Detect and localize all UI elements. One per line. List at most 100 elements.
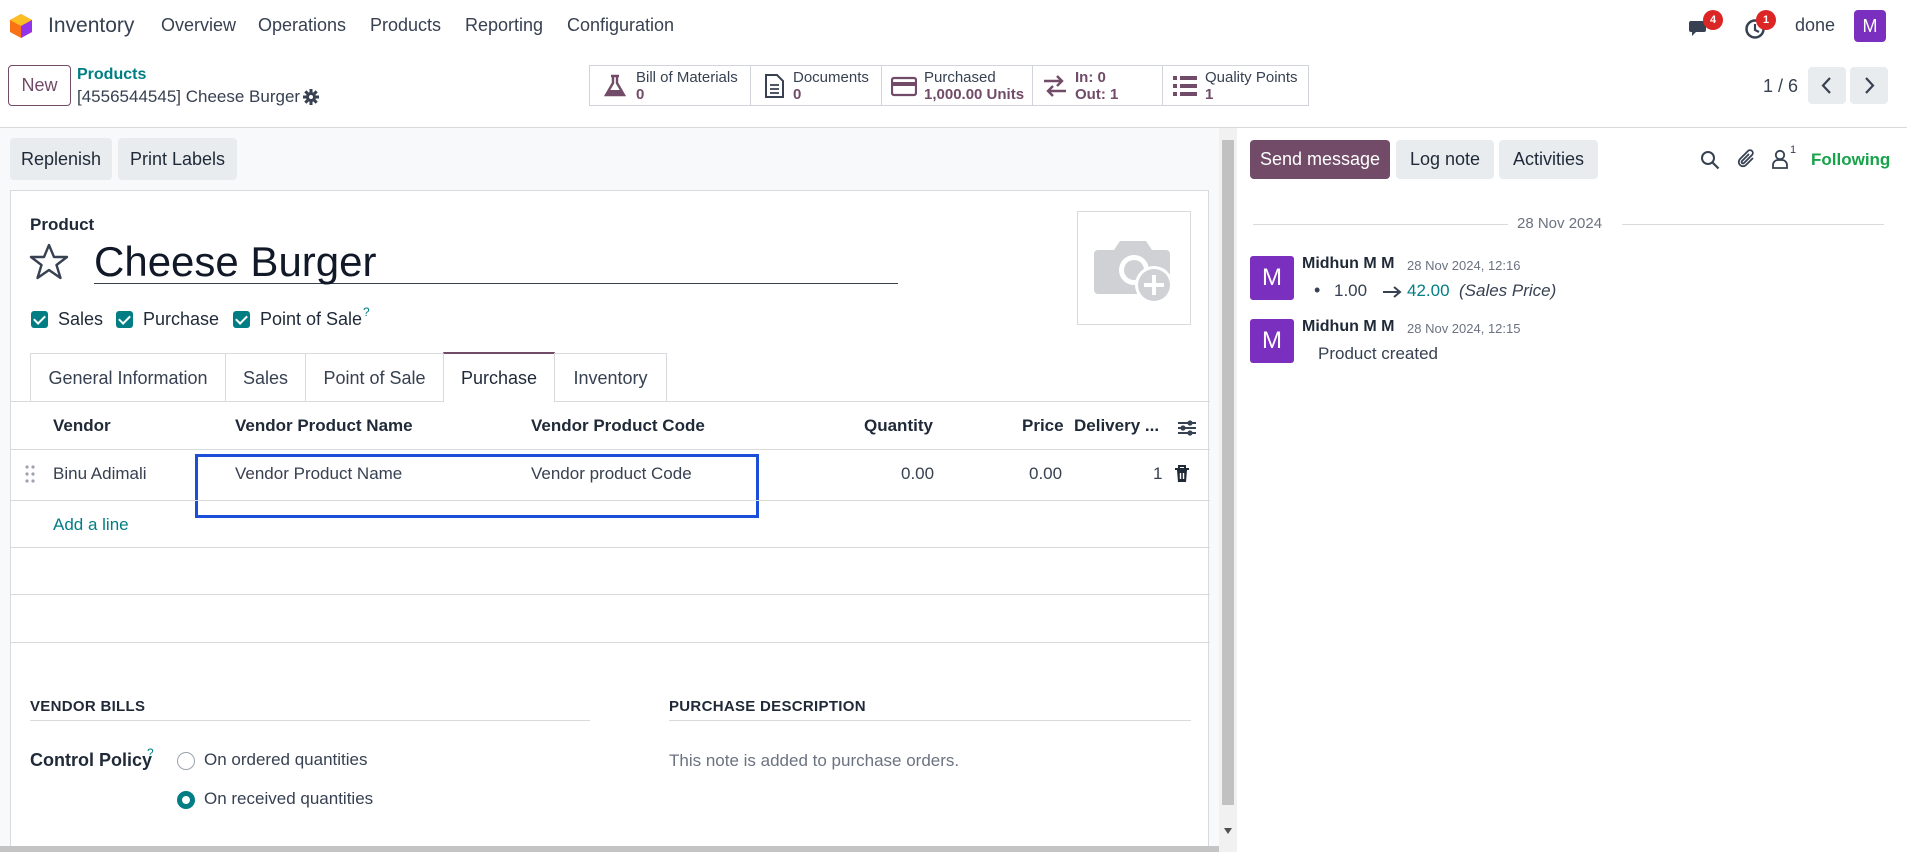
cell-delivery[interactable]: 1 [1153,464,1162,484]
activities-badge: 1 [1756,10,1776,30]
menu-operations[interactable]: Operations [258,15,346,36]
form-sheet: Product Cheese Burger Sales Purchase Poi… [10,190,1210,852]
search-icon[interactable] [1700,150,1720,170]
print-labels-button[interactable]: Print Labels [118,138,237,180]
replenish-button[interactable]: Replenish [10,138,112,180]
tab-general-information[interactable]: General Information [30,353,226,401]
menu-configuration[interactable]: Configuration [567,15,674,36]
radio-received-quantities-label[interactable]: On received quantities [204,789,373,809]
cell-quantity[interactable]: 0.00 [901,464,934,484]
log-note-button[interactable]: Log note [1396,140,1494,179]
favorite-star-icon[interactable] [29,243,69,281]
control-policy-help-icon[interactable]: ? [147,746,154,760]
breadcrumb-products[interactable]: Products [77,66,146,84]
chatter-panel: Send message Log note Activities 1 Follo… [1237,128,1907,852]
stat-quality-points[interactable]: Quality Points 1 [1162,65,1309,106]
message-body: Product created [1318,344,1439,363]
date-separator: 28 Nov 2024 [1517,215,1603,232]
messages-badge: 4 [1703,10,1723,30]
company-switcher[interactable]: done [1795,15,1835,36]
pager-previous-button[interactable] [1808,67,1846,104]
tab-inventory[interactable]: Inventory [554,353,667,401]
camera-add-icon [1094,241,1173,304]
stat-purchased[interactable]: Purchased 1,000.00 Units [881,65,1033,106]
message-time: 28 Nov 2024, 12:15 [1407,321,1521,336]
messages-button[interactable]: 4 [1688,10,1723,40]
message-time: 28 Nov 2024, 12:16 [1407,258,1521,273]
trash-icon[interactable] [1174,465,1190,483]
flask-icon [603,74,627,97]
arrow-right-icon [1383,286,1402,298]
bullet: • [1314,280,1321,300]
add-line-link[interactable]: Add a line [53,515,129,535]
product-image-upload[interactable] [1077,211,1191,325]
product-name-input[interactable]: Cheese Burger [94,240,898,284]
list-icon [1173,76,1197,96]
avatar[interactable]: M [1250,256,1294,300]
col-vendor-product-code[interactable]: Vendor Product Code [531,416,705,436]
drag-handle-icon[interactable] [25,465,35,483]
stat-in-out[interactable]: In: 0 Out: 1 [1032,65,1163,106]
paperclip-icon[interactable] [1737,148,1757,170]
activities-button[interactable]: 1 [1744,10,1776,40]
send-message-button[interactable]: Send message [1250,140,1390,179]
gear-icon[interactable] [303,89,319,105]
pager-next-button[interactable] [1850,67,1888,104]
user-icon [1772,149,1788,169]
message-author[interactable]: Midhun M M [1302,255,1394,273]
tab-purchase[interactable]: Purchase [443,352,555,402]
followers-button[interactable]: 1 [1772,144,1812,170]
cell-vendor[interactable]: Binu Adimali [53,464,147,484]
sales-checkbox-label: Sales [58,309,104,329]
app-name[interactable]: Inventory [48,14,134,38]
point-of-sale-checkbox[interactable] [233,311,250,328]
app-logo-icon[interactable] [9,13,33,39]
optional-columns-icon[interactable] [1177,418,1197,438]
activities-button-chatter[interactable]: Activities [1499,140,1598,179]
point-of-sale-checkbox-label: Point of Sale [260,309,363,329]
menu-products[interactable]: Products [370,15,441,36]
menu-overview[interactable]: Overview [161,15,236,36]
scroll-down-icon[interactable] [1224,828,1232,834]
purchase-checkbox[interactable] [116,311,133,328]
col-vendor-product-name[interactable]: Vendor Product Name [235,416,413,436]
vendor-bills-title: VENDOR BILLS [30,698,146,715]
transfer-icon [1044,75,1066,97]
point-of-sale-help-icon[interactable]: ? [363,305,370,319]
horizontal-scrollbar[interactable] [0,846,1219,852]
radio-ordered-quantities-label[interactable]: On ordered quantities [204,750,368,770]
col-delivery[interactable]: Delivery ... [1074,416,1159,436]
scrollbar-thumb[interactable] [1222,140,1234,805]
highlight-box [195,454,759,518]
tab-point-of-sale[interactable]: Point of Sale [305,353,444,401]
sales-checkbox[interactable] [31,311,48,328]
chevron-right-icon [1865,77,1875,94]
radio-ordered-quantities[interactable] [177,752,195,770]
col-quantity[interactable]: Quantity [864,416,933,436]
breadcrumb-current: [4556544545] Cheese Burger [77,87,301,106]
purchase-description-input[interactable]: This note is added to purchase orders. [669,751,959,771]
form-view: Replenish Print Labels Product Cheese Bu… [0,128,1219,852]
tracking-field-name: (Sales Price) [1459,281,1557,300]
cell-price[interactable]: 0.00 [1029,464,1062,484]
followers-count: 1 [1790,144,1797,156]
vertical-scrollbar[interactable] [1219,128,1237,852]
user-avatar[interactable]: M [1854,10,1886,42]
credit-card-icon [891,76,917,97]
tab-sales[interactable]: Sales [225,353,306,401]
new-button[interactable]: New [8,65,71,106]
product-label: Product [30,215,95,234]
document-icon [765,74,784,98]
avatar[interactable]: M [1250,319,1294,363]
top-navbar: Inventory Overview Operations Products R… [0,0,1907,53]
col-vendor[interactable]: Vendor [53,416,111,436]
pager-value[interactable]: 1 / 6 [1763,76,1798,97]
following-button[interactable]: Following [1811,150,1890,170]
radio-received-quantities[interactable] [177,791,195,809]
col-price[interactable]: Price [1022,416,1064,436]
message-author[interactable]: Midhun M M [1302,318,1394,336]
stat-bill-of-materials[interactable]: Bill of Materials 0 [589,65,751,106]
stat-documents[interactable]: Documents 0 [750,65,882,106]
menu-reporting[interactable]: Reporting [465,15,543,36]
tracking-new-value: 42.00 [1407,281,1450,300]
